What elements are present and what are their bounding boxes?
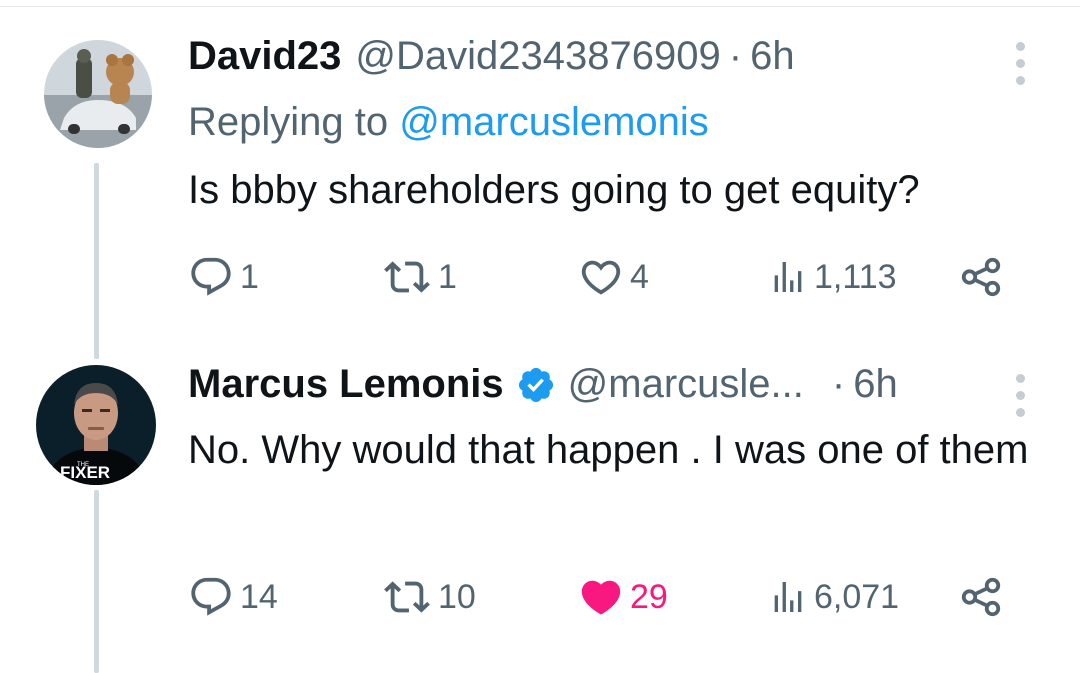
like-count: 29 <box>630 577 668 616</box>
reply-button[interactable]: 14 <box>188 572 278 622</box>
mention-link[interactable]: @marcuslemonis <box>399 100 709 144</box>
tweet-header: David23 @David2343876909 · 6h <box>188 34 795 79</box>
views-button[interactable]: 6,071 <box>768 572 899 622</box>
tweet-header: Marcus Lemonis @marcusle... · 6h <box>188 362 898 407</box>
user-handle[interactable]: @marcusle... <box>568 362 804 407</box>
more-icon[interactable] <box>1014 42 1026 85</box>
views-count: 1,113 <box>814 257 897 296</box>
views-icon <box>774 262 802 292</box>
reply-count: 1 <box>240 257 259 296</box>
share-icon <box>961 577 1001 617</box>
thread-connector <box>94 490 99 673</box>
replying-to: Replying to @marcuslemonis <box>188 100 709 145</box>
action-bar: 14 10 29 6,071 <box>188 572 1018 622</box>
avatar-image <box>44 40 152 148</box>
reply-icon <box>191 577 231 616</box>
reply-count: 14 <box>240 577 278 616</box>
retweet-button[interactable]: 10 <box>382 572 476 622</box>
tweet-text: Is bbby shareholders going to get equity… <box>188 168 920 212</box>
like-button[interactable]: 29 <box>578 572 668 622</box>
avatar-image: THE FIXER <box>36 365 156 485</box>
like-button[interactable]: 4 <box>578 252 649 302</box>
like-icon <box>581 260 621 295</box>
retweet-button[interactable]: 1 <box>382 252 457 302</box>
like-icon <box>581 580 621 615</box>
avatar-label: FIXER <box>60 463 110 482</box>
views-icon <box>774 582 802 612</box>
retweet-icon <box>384 261 430 293</box>
display-name[interactable]: Marcus Lemonis <box>188 362 504 407</box>
reply-button[interactable]: 1 <box>188 252 259 302</box>
reply-icon <box>191 257 231 296</box>
action-bar: 1 1 4 1,113 <box>188 252 1018 302</box>
more-icon[interactable] <box>1014 374 1026 417</box>
share-button[interactable] <box>958 252 1004 302</box>
thread-connector <box>94 163 99 359</box>
views-button[interactable]: 1,113 <box>768 252 897 302</box>
share-icon <box>961 257 1001 297</box>
share-button[interactable] <box>958 572 1004 622</box>
like-count: 4 <box>630 257 649 296</box>
user-handle[interactable]: @David2343876909 <box>355 34 720 79</box>
avatar[interactable]: THE FIXER <box>36 365 156 485</box>
tweet-text: No. Why would that happen . I was one of… <box>188 428 1029 472</box>
separator: · <box>831 362 846 406</box>
avatar[interactable] <box>44 40 152 148</box>
retweet-count: 10 <box>438 577 476 616</box>
top-divider <box>0 6 1080 7</box>
separator: · <box>728 34 743 78</box>
verified-badge-icon <box>518 367 553 402</box>
timestamp[interactable]: 6h <box>853 362 898 407</box>
timestamp[interactable]: 6h <box>750 34 795 79</box>
retweet-icon <box>384 581 430 613</box>
retweet-count: 1 <box>438 257 457 296</box>
views-count: 6,071 <box>814 577 900 616</box>
display-name[interactable]: David23 <box>188 34 341 79</box>
replying-prefix: Replying to <box>188 100 400 144</box>
